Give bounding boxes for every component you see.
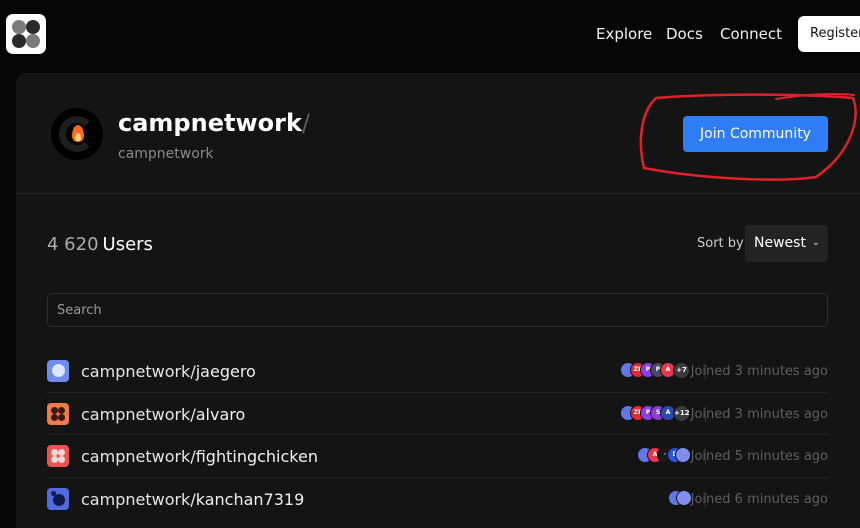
chevron-down-icon: ⌄ (811, 237, 820, 248)
users-count-label: Users (102, 234, 153, 255)
user-username: jaegero (195, 362, 256, 381)
user-name[interactable]: campnetwork/kanchan7319 (81, 490, 304, 509)
sort-selected-value: Newest (754, 235, 806, 251)
user-community-prefix: campnetwork/ (81, 362, 196, 381)
user-row[interactable]: campnetwork/jaegero ZP P P A +7 Joined 3… (47, 350, 828, 393)
community-logo-icon (51, 108, 103, 160)
users-count: 4 620 Users (47, 234, 153, 255)
sort-label: Sort by (697, 236, 744, 251)
user-name[interactable]: campnetwork/alvaro (81, 405, 245, 424)
sort-select[interactable]: Newest ⌄ (745, 225, 828, 262)
user-name[interactable]: campnetwork/jaegero (81, 362, 256, 381)
joined-time: Joined 3 minutes ago (690, 406, 828, 422)
user-avatar-icon (47, 487, 69, 510)
user-row[interactable]: campnetwork/fightingchicken A · D Joined… (47, 435, 828, 478)
nav-explore-link[interactable]: Explore (596, 25, 652, 43)
user-list: campnetwork/jaegero ZP P P A +7 Joined 3… (47, 350, 828, 520)
user-row[interactable]: campnetwork/alvaro ZP P S A +12 Joined 3… (47, 393, 828, 435)
nav-connect-link[interactable]: Connect (720, 25, 782, 43)
user-username: kanchan7319 (195, 489, 305, 509)
user-name[interactable]: campnetwork/fightingchicken (81, 447, 318, 466)
user-avatar-icon (47, 445, 69, 467)
app-logo-icon[interactable] (6, 14, 46, 54)
joined-time: Joined 3 minutes ago (690, 364, 828, 379)
user-community-prefix: campnetwork/ (81, 489, 196, 509)
top-navigation: Explore Docs Connect Register (0, 0, 860, 70)
join-community-button[interactable]: Join Community (683, 116, 828, 152)
user-community-prefix: campnetwork/ (81, 447, 196, 466)
user-community-prefix: campnetwork/ (81, 404, 196, 424)
community-title: campnetwork/ (118, 109, 310, 137)
user-avatar-icon (47, 360, 69, 382)
users-count-number: 4 620 (47, 234, 99, 255)
search-input[interactable] (47, 293, 828, 327)
user-row[interactable]: campnetwork/kanchan7319 Joined 6 minutes… (47, 478, 828, 521)
nav-docs-link[interactable]: Docs (666, 25, 703, 43)
joined-time: Joined 6 minutes ago (690, 491, 828, 507)
badge-icon (676, 489, 692, 506)
user-username: alvaro (195, 404, 246, 424)
community-handle: campnetwork (118, 146, 214, 162)
community-name: campnetwork (118, 109, 302, 137)
joined-time: Joined 5 minutes ago (690, 449, 828, 464)
community-header: campnetwork/ campnetwork Join Community (16, 73, 860, 194)
title-slash: / (301, 109, 310, 137)
more-badges-count[interactable]: +7 (673, 362, 690, 379)
badge-icon (675, 447, 691, 463)
user-username: fightingchicken (195, 447, 318, 466)
register-button[interactable]: Register (798, 16, 860, 52)
community-card: campnetwork/ campnetwork Join Community … (16, 73, 860, 528)
user-avatar-icon (47, 402, 69, 425)
more-badges-count[interactable]: +12 (673, 404, 690, 422)
